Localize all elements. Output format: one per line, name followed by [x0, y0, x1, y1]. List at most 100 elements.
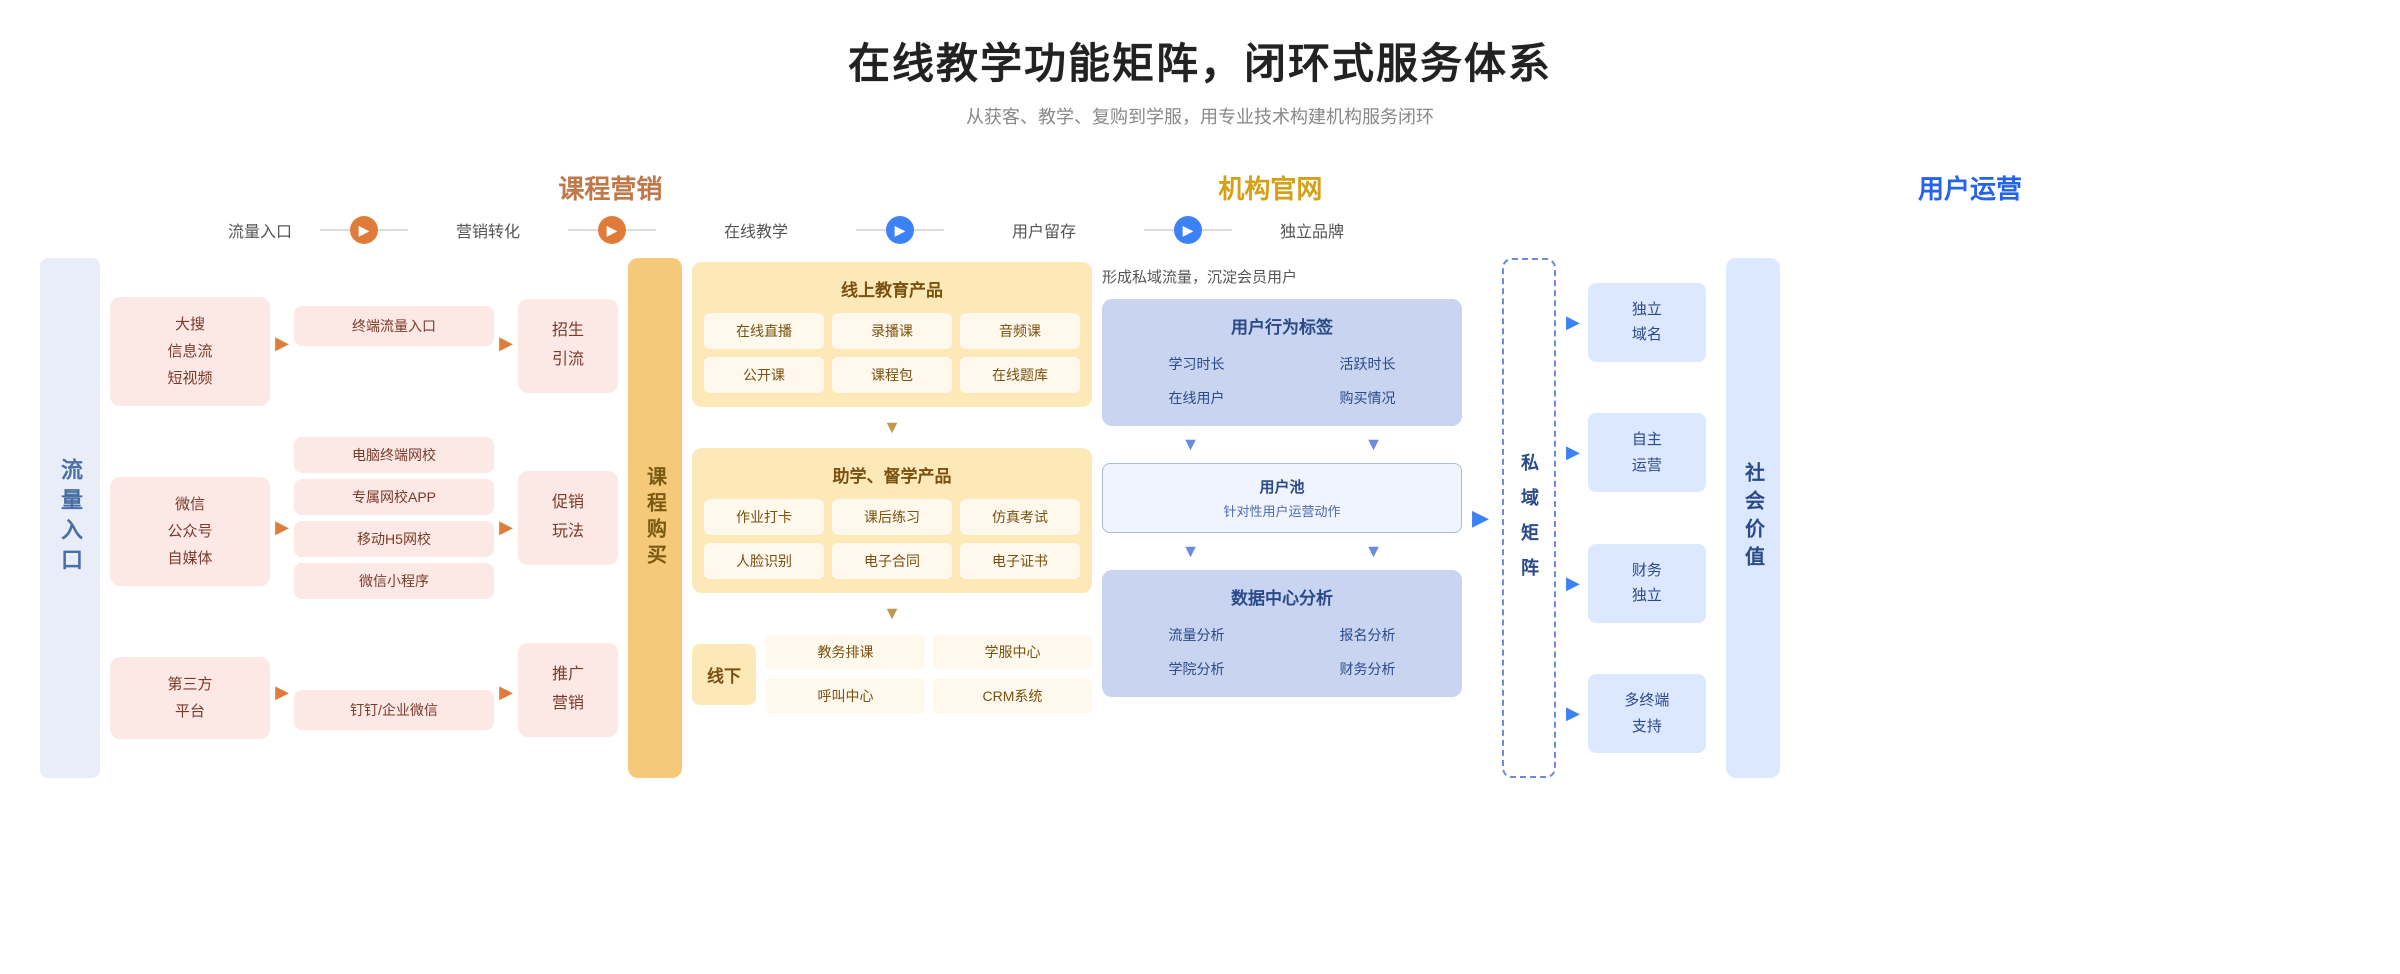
- offline-label: 线下: [692, 644, 756, 705]
- offline-item-2: 学服中心: [933, 634, 1092, 670]
- analysis-item-1: 流量分析: [1114, 621, 1279, 649]
- private-matrix-bar: 私 域 矩 阵: [1502, 258, 1556, 778]
- left-label: 流量入口: [40, 258, 100, 778]
- online-item-2: 录播课: [832, 313, 952, 349]
- mkt-arrow-1: ▶: [494, 333, 518, 354]
- col-header-userops: 用户运营: [1640, 169, 2300, 206]
- flow-labels-row: 流量入口 ▶ 营销转化 ▶ 在线教学 ▶ 用户留存 ▶ 独立品牌: [40, 216, 2360, 244]
- user-tag-title: 用户行为标签: [1114, 313, 1450, 338]
- user-down-arrows: ▼ ▼: [1102, 434, 1462, 455]
- brand-item-4: 多终端支持: [1588, 674, 1706, 753]
- user-down-arrow-1: ▼: [1102, 434, 1279, 455]
- online-product-box: 线上教育产品 在线直播 录播课 音频课 公开课 课程包 在线题库: [692, 262, 1092, 407]
- col-headers: 课程营销 机构官网 用户运营: [40, 169, 2360, 206]
- mkt-item-5: 微信小程序: [294, 563, 494, 599]
- assist-title: 助学、督学产品: [704, 462, 1080, 487]
- traffic-group-1: 大搜信息流短视频: [110, 297, 270, 406]
- flow-line-8: [1202, 229, 1232, 231]
- data-analysis-box: 数据中心分析 流量分析 报名分析 学院分析 财务分析: [1102, 570, 1462, 697]
- brand-item-wrap-1: ▶ 独立域名: [1566, 283, 1706, 362]
- user-tag-4: 购买情况: [1285, 384, 1450, 412]
- page-wrapper: 在线教学功能矩阵，闭环式服务体系 从获客、教学、复购到学服，用专业技术构建机构服…: [0, 0, 2400, 808]
- course-buy-bar: 课程购买: [628, 258, 682, 778]
- user-down-arrow-3: ▼: [1102, 541, 1279, 562]
- down-arrow-1: ▼: [692, 417, 1092, 438]
- user-tag-2: 活跃时长: [1285, 350, 1450, 378]
- main-content: 流量入口 大搜信息流短视频 微信公众号自媒体 第三方平台 ▶ ▶ ▶ 终端流量入…: [40, 258, 2360, 778]
- offline-item-3: 呼叫中心: [766, 678, 925, 714]
- mkt-item-3: 专属网校APP: [294, 479, 494, 515]
- traffic-arrow-3: ▶: [270, 682, 294, 703]
- mkt-arrow-3: ▶: [494, 682, 518, 703]
- right-arrow-blue: ▶: [1472, 505, 1489, 531]
- online-item-6: 在线题库: [960, 357, 1080, 393]
- flow-label-brand: 独立品牌: [1232, 218, 1392, 242]
- brand-item-wrap-2: ▶ 自主运营: [1566, 413, 1706, 492]
- assist-item-4: 人脸识别: [704, 543, 824, 579]
- offline-item-4: CRM系统: [933, 678, 1092, 714]
- brand-item-1: 独立域名: [1588, 283, 1706, 362]
- brand-arrow-3: ▶: [1566, 573, 1580, 594]
- page-subtitle: 从获客、教学、复购到学服，用专业技术构建机构服务闭环: [40, 103, 2360, 129]
- online-product-title: 线上教育产品: [704, 276, 1080, 301]
- flow-line-4: [626, 229, 656, 231]
- assist-item-6: 电子证书: [960, 543, 1080, 579]
- brand-item-2: 自主运营: [1588, 413, 1706, 492]
- online-product-grid: 在线直播 录播课 音频课 公开课 课程包 在线题库: [704, 313, 1080, 393]
- mkt-item-4: 移动H5网校: [294, 521, 494, 557]
- mkt-box-3: 推广营销: [518, 643, 618, 737]
- flow-label-conversion: 营销转化: [408, 218, 568, 242]
- flow-label-traffic: 流量入口: [200, 218, 320, 242]
- down-arrow-2: ▼: [692, 603, 1092, 624]
- assist-item-5: 电子合同: [832, 543, 952, 579]
- assist-grid: 作业打卡 课后练习 仿真考试 人脸识别 电子合同 电子证书: [704, 499, 1080, 579]
- social-value-bar: 社会价值: [1726, 258, 1780, 778]
- user-private-text: 形成私域流量，沉淀会员用户: [1102, 262, 1462, 291]
- assist-box: 助学、督学产品 作业打卡 课后练习 仿真考试 人脸识别 电子合同 电子证书: [692, 448, 1092, 593]
- assist-item-2: 课后练习: [832, 499, 952, 535]
- flow-label-online: 在线教学: [656, 218, 856, 242]
- analysis-item-3: 学院分析: [1114, 655, 1279, 683]
- offline-grid: 教务排课 学服中心 呼叫中心 CRM系统: [766, 634, 1092, 714]
- mkt-item-2: 电脑终端网校: [294, 437, 494, 473]
- flow-line-3: [568, 229, 598, 231]
- marketing-boxes: 招生引流 促销玩法 推广营销: [518, 258, 618, 778]
- user-down-arrow-4: ▼: [1285, 541, 1462, 562]
- user-tag-3: 在线用户: [1114, 384, 1279, 412]
- flow-line-7: [1144, 229, 1174, 231]
- online-item-4: 公开课: [704, 357, 824, 393]
- user-tag-1: 学习时长: [1114, 350, 1279, 378]
- arrow-circle-4: ▶: [1174, 216, 1202, 244]
- traffic-group-3: 第三方平台: [110, 657, 270, 739]
- brand-arrow-1: ▶: [1566, 312, 1580, 333]
- mkt-box-2: 促销玩法: [518, 471, 618, 565]
- offline-row: 线下 教务排课 学服中心 呼叫中心 CRM系统: [692, 634, 1092, 714]
- col-header-official: 机构官网: [901, 169, 1640, 206]
- mkt-group-2: 电脑终端网校 专属网校APP 移动H5网校 微信小程序: [294, 437, 494, 599]
- user-down-arrow-2: ▼: [1285, 434, 1462, 455]
- marketing-items-section: 终端流量入口 电脑终端网校 专属网校APP 移动H5网校 微信小程序 钉钉/企业…: [294, 258, 494, 778]
- traffic-arrow-2: ▶: [270, 517, 294, 538]
- data-analysis-grid: 流量分析 报名分析 学院分析 财务分析: [1114, 621, 1450, 683]
- brand-section: ▶ 独立域名 ▶ 自主运营 ▶ 财务独立 ▶ 多终端支持: [1556, 258, 1716, 778]
- mkt-box-1: 招生引流: [518, 299, 618, 393]
- page-title: 在线教学功能矩阵，闭环式服务体系: [40, 30, 2360, 91]
- user-section: 形成私域流量，沉淀会员用户 用户行为标签 学习时长 活跃时长 在线用户 购买情况…: [1092, 258, 1472, 778]
- brand-arrow-2: ▶: [1566, 442, 1580, 463]
- brand-arrow-4: ▶: [1566, 703, 1580, 724]
- traffic-section: 大搜信息流短视频 微信公众号自媒体 第三方平台: [110, 258, 270, 778]
- brand-item-wrap-3: ▶ 财务独立: [1566, 544, 1706, 623]
- left-label-text: 流量入口: [54, 458, 86, 578]
- mkt-arrow-2: ▶: [494, 517, 518, 538]
- traffic-group-2: 微信公众号自媒体: [110, 477, 270, 586]
- private-matrix-text: 私 域 矩 阵: [1516, 453, 1542, 582]
- brand-item-wrap-4: ▶ 多终端支持: [1566, 674, 1706, 753]
- arrow-circle-3: ▶: [886, 216, 914, 244]
- traffic-arrow-1: ▶: [270, 333, 294, 354]
- user-pool-desc: 针对性用户运营动作: [1115, 501, 1449, 520]
- mkt-item-6: 钉钉/企业微信: [294, 690, 494, 730]
- col-header-marketing: 课程营销: [320, 169, 901, 206]
- online-item-3: 音频课: [960, 313, 1080, 349]
- analysis-item-2: 报名分析: [1285, 621, 1450, 649]
- mkt-item-1: 终端流量入口: [294, 306, 494, 346]
